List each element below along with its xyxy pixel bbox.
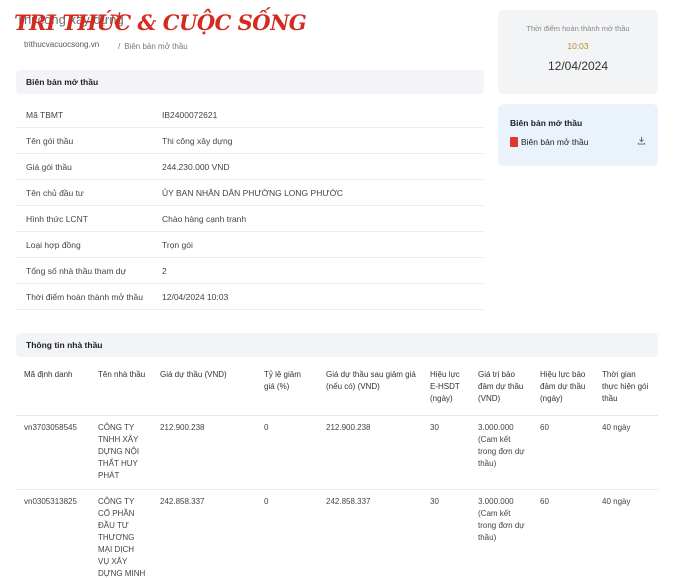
info-row: Tên chủ đầu tư ỦY BAN NHÂN DÂN PHƯỜNG LON… xyxy=(16,180,484,206)
table-cell: 212.900.238 xyxy=(318,415,422,490)
info-table: Mã TBMT IB2400072621 Tên gói thầu Thi công… xyxy=(16,102,484,310)
info-row: Thời điểm hoàn thành mở thầu 12/04/2024 1… xyxy=(16,284,484,310)
info-value: 2 xyxy=(162,265,167,276)
table-cell: 40 ngày xyxy=(594,415,658,490)
table-cell: 0 xyxy=(256,489,318,578)
info-label: Tên chủ đầu tư xyxy=(26,187,84,198)
document-file-label: Biên bản mở thầu xyxy=(521,136,589,147)
table-cell: 40 ngày xyxy=(594,489,658,578)
column-header: Thời gian thực hiện gói thầu xyxy=(594,365,658,416)
table-cell: CÔNG TY CỔ PHẦN ĐẦU TƯ THƯƠNG MẠI DỊCH V… xyxy=(90,489,152,578)
column-header: Hiệu lực E-HSDT (ngày) xyxy=(422,365,470,416)
table-cell: 3.000.000 (Cam kết trong đơn dự thầu) xyxy=(470,415,532,490)
info-label: Thời điểm hoàn thành mở thầu xyxy=(26,291,143,302)
column-header: Giá trị bảo đảm dự thầu (VND) xyxy=(470,365,532,416)
table-cell: 212.900.238 xyxy=(152,415,256,490)
document-card-title: Biên bản mở thầu xyxy=(510,118,583,128)
info-value: Trọn gói xyxy=(162,239,193,250)
info-label: Hình thức LCNT xyxy=(26,213,88,224)
info-label: Giá gói thầu xyxy=(26,161,72,172)
column-header: Tỷ lệ giảm giá (%) xyxy=(256,365,318,416)
column-header: Mã định danh xyxy=(16,365,90,416)
logo-text: TRI THỨC & CUỘC SỐNG xyxy=(14,9,307,35)
pdf-icon xyxy=(510,136,518,147)
info-row: Loại hợp đồng Trọn gói xyxy=(16,232,484,258)
column-header: Tên nhà thầu xyxy=(90,365,152,416)
info-label: Loại hợp đồng xyxy=(26,239,81,250)
table-row: vn0305313825 CÔNG TY CỔ PHẦN ĐẦU TƯ THƯƠ… xyxy=(16,489,658,578)
table-cell: 30 xyxy=(422,415,470,490)
info-value: Chào hàng cạnh tranh xyxy=(162,213,247,224)
info-value: Thi công xây dựng xyxy=(162,135,233,146)
info-row: Giá gói thầu 244.230.000 VND xyxy=(16,154,484,180)
info-row: Hình thức LCNT Chào hàng cạnh tranh xyxy=(16,206,484,232)
table-cell: 30 xyxy=(422,489,470,578)
table-cell: 60 xyxy=(532,415,594,490)
download-icon[interactable] xyxy=(637,136,646,147)
info-value: ỦY BAN NHÂN DÂN PHƯỜNG LONG PHƯỚC xyxy=(162,187,344,198)
table-cell: 242.858.337 xyxy=(152,489,256,578)
document-card: Biên bản mở thầu Biên bản mở thầu xyxy=(498,104,658,166)
table-cell: 3.000.000 (Cam kết trong đơn dự thầu) xyxy=(470,489,532,578)
table-cell: vn3703058545 xyxy=(16,415,90,490)
info-value: IB2400072621 xyxy=(162,109,218,120)
completion-date: 12/04/2024 xyxy=(547,59,609,73)
table-cell: 0 xyxy=(256,415,318,490)
table-cell: 242.858.337 xyxy=(318,489,422,578)
column-header: Giá dự thầu (VND) xyxy=(152,365,256,416)
info-value: 244.230.000 VND xyxy=(162,161,230,172)
table-header-row: Mã định danh Tên nhà thầu Giá dự thầu (V… xyxy=(16,365,658,416)
table-cell: vn0305313825 xyxy=(16,489,90,578)
completion-time: 10:03 xyxy=(567,41,589,51)
info-label: Tên gói thầu xyxy=(26,135,74,146)
table-cell: 60 xyxy=(532,489,594,578)
logo-subtitle: trithucvacuocsong.vn xyxy=(24,40,100,49)
column-header: Giá dự thầu sau giảm giá (nếu có) (VND) xyxy=(318,365,422,416)
info-label: Mã TBMT xyxy=(26,109,64,120)
contractor-table: Mã định danh Tên nhà thầu Giá dự thầu (V… xyxy=(16,365,658,578)
section-title: Biên bản mở thầu xyxy=(16,70,484,94)
info-value: 12/04/2024 10:03 xyxy=(162,291,229,302)
bid-minutes-section: Biên bản mở thầu Mã TBMT IB2400072621 Tên… xyxy=(16,70,484,310)
document-download-link[interactable]: Biên bản mở thầu xyxy=(510,136,646,147)
breadcrumb-separator: / xyxy=(118,42,121,51)
info-row: Mã TBMT IB2400072621 xyxy=(16,102,484,128)
section-title: Thông tin nhà thầu xyxy=(16,333,658,357)
info-row: Tổng số nhà thầu tham dự 2 xyxy=(16,258,484,284)
table-row: vn3703058545 CÔNG TY TNHH XÂY DỰNG NỘI T… xyxy=(16,415,658,490)
breadcrumb-current: Biên bản mở thầu xyxy=(124,42,188,51)
contractor-section: Thông tin nhà thầu Mã định danh Tên nhà … xyxy=(16,333,658,578)
completion-time-card: Thời điểm hoàn thành mở thầu 10:03 12/04… xyxy=(498,10,658,94)
completion-label: Thời điểm hoàn thành mở thầu xyxy=(526,24,630,33)
info-row: Tên gói thầu Thi công xây dựng xyxy=(16,128,484,154)
breadcrumb: / Biên bản mở thầu xyxy=(118,42,188,51)
column-header: Hiệu lực bảo đảm dự thầu (ngày) xyxy=(532,365,594,416)
site-logo[interactable]: TRI THỨC & CUỘC SỐNG xyxy=(14,4,307,40)
info-label: Tổng số nhà thầu tham dự xyxy=(26,265,127,276)
table-cell: CÔNG TY TNHH XÂY DỰNG NỘI THẤT HUY PHÁT xyxy=(90,415,152,490)
